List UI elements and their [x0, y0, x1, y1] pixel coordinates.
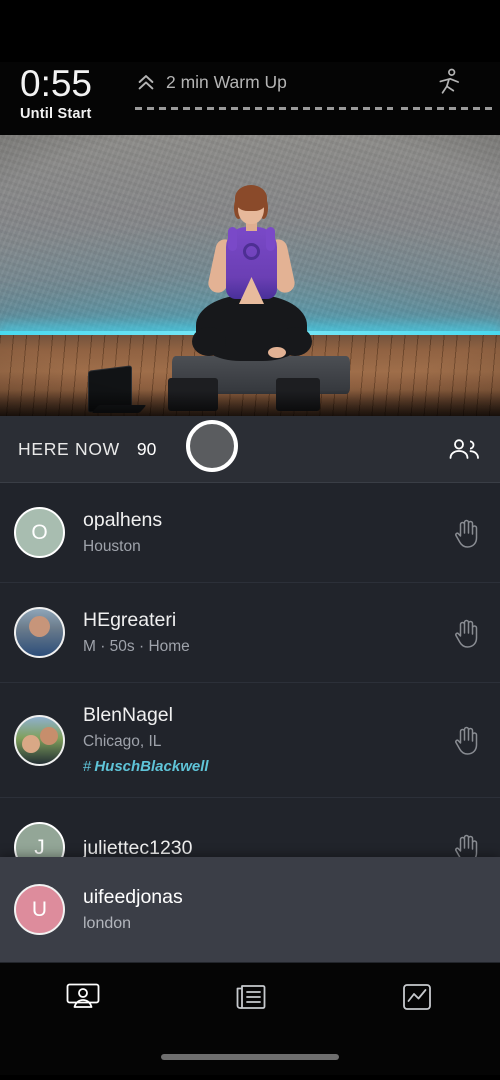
- member-info: juliettec1230: [83, 836, 452, 860]
- member-subtitle: london: [83, 914, 132, 932]
- member-subtitle: Houston: [83, 537, 141, 555]
- member-info: BlenNagel Chicago, IL # HuschBlackwell: [83, 703, 452, 778]
- hash-icon: #: [83, 757, 92, 775]
- home-indicator: [161, 1054, 339, 1060]
- member-username: opalhens: [83, 508, 163, 531]
- status-bar: [0, 0, 500, 62]
- member-hashtag-label: HuschBlackwell: [94, 757, 209, 775]
- member-username: juliettec1230: [83, 836, 193, 859]
- app-root: 0:55 Until Start 2 min Warm Up HERE NOW …: [0, 0, 500, 1080]
- nav-item-activity[interactable]: [333, 981, 500, 1013]
- people-group-icon[interactable]: [448, 436, 482, 462]
- video-vignette: [0, 135, 500, 416]
- avatar[interactable]: [14, 714, 65, 766]
- exercise-figure-icon: [439, 68, 459, 94]
- avatar-initial: U: [31, 897, 48, 921]
- countdown-timer: 0:55 Until Start: [0, 62, 135, 123]
- raised-hand-icon[interactable]: [452, 517, 482, 549]
- list-item[interactable]: HEgreateri M · 50s · Home: [0, 583, 500, 683]
- selected-member-card[interactable]: U uifeedjonas london: [0, 857, 500, 962]
- member-username: uifeedjonas: [83, 885, 183, 908]
- segment-title: 2 min Warm Up: [166, 71, 287, 92]
- here-now-member-list[interactable]: O opalhens Houston HEgreateri M · 50s · …: [0, 483, 500, 962]
- segment-warmup[interactable]: 2 min Warm Up: [135, 66, 393, 110]
- bottom-nav: [0, 962, 500, 1075]
- avatar[interactable]: [14, 607, 65, 658]
- nav-item-schedule[interactable]: [167, 981, 334, 1013]
- activity-chart-icon: [402, 984, 431, 1010]
- here-now-label: HERE NOW: [18, 438, 120, 459]
- class-video-player[interactable]: [0, 135, 500, 416]
- member-subtitle: Chicago, IL: [83, 732, 162, 750]
- scroll-knob[interactable]: [186, 420, 238, 472]
- chevron-double-up-icon: [138, 75, 154, 90]
- avatar-initial: J: [34, 835, 45, 859]
- raised-hand-icon[interactable]: [452, 617, 482, 649]
- here-now-count: 90: [136, 438, 157, 459]
- raised-hand-icon[interactable]: [452, 724, 482, 756]
- segment-progress-track: [135, 107, 393, 110]
- member-info: opalhens Houston: [83, 508, 452, 558]
- member-username: BlenNagel: [83, 703, 173, 726]
- segment-progress-track-alt: [401, 107, 496, 110]
- here-now-bar: HERE NOW 90: [0, 416, 500, 483]
- live-class-screen-icon: [66, 983, 100, 1008]
- member-subtitle: M · 50s · Home: [83, 637, 190, 655]
- avatar[interactable]: O: [14, 507, 65, 558]
- avatar[interactable]: U: [14, 884, 65, 935]
- member-info: uifeedjonas london: [83, 885, 482, 935]
- member-username: HEgreateri: [83, 608, 177, 631]
- timer-label: Until Start: [20, 106, 92, 122]
- avatar-initial: O: [31, 520, 48, 544]
- segment-workout[interactable]: [401, 66, 496, 110]
- workout-header: 0:55 Until Start 2 min Warm Up: [0, 62, 500, 135]
- member-hashtag[interactable]: # HuschBlackwell: [83, 756, 452, 778]
- segment-progress: 2 min Warm Up: [135, 62, 500, 110]
- schedule-list-icon: [236, 985, 266, 1009]
- timer-value: 0:55: [20, 63, 93, 104]
- nav-item-classes[interactable]: [0, 981, 167, 1013]
- list-item[interactable]: O opalhens Houston: [0, 483, 500, 583]
- member-info: HEgreateri M · 50s · Home: [83, 608, 452, 658]
- list-item[interactable]: BlenNagel Chicago, IL # HuschBlackwell: [0, 683, 500, 798]
